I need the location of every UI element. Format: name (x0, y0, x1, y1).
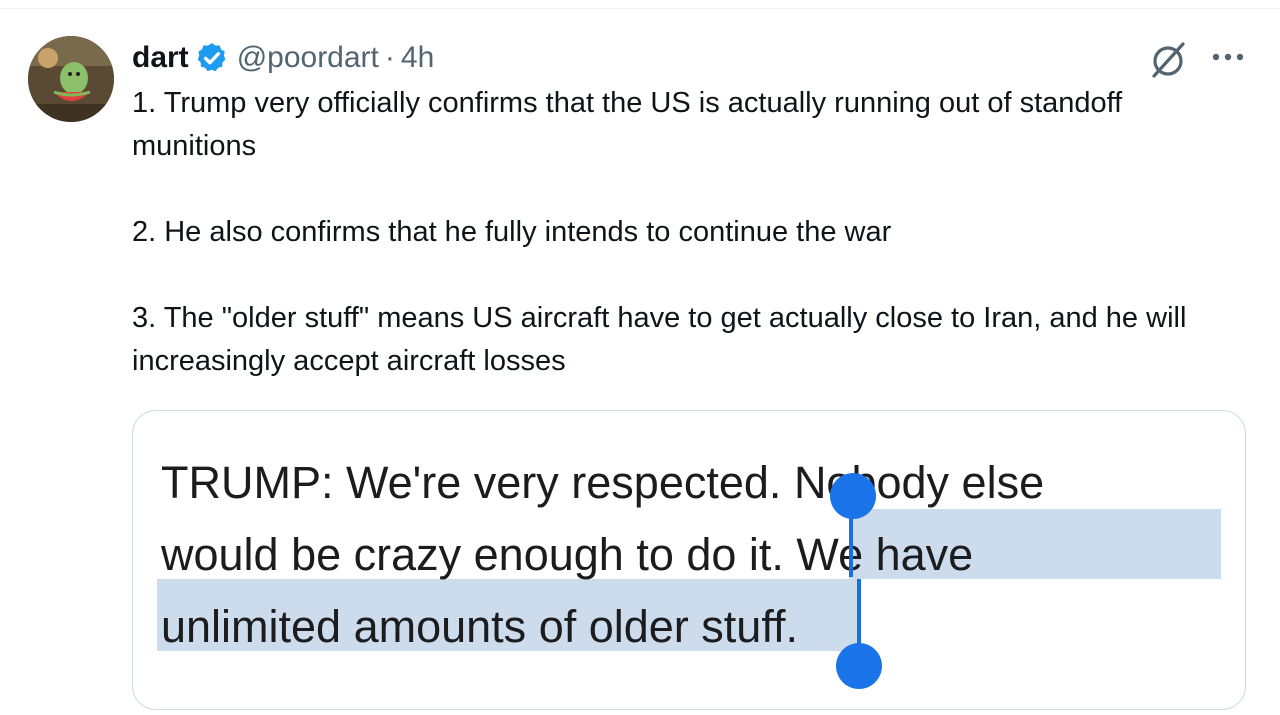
quote-line-1: TRUMP: We're very respected. Nobody else (161, 447, 1221, 519)
screenshot-quote-text: TRUMP: We're very respected. Nobody else… (161, 447, 1221, 663)
avatar[interactable] (28, 36, 114, 122)
more-icon[interactable] (1206, 40, 1250, 74)
quote-line-2-a: would be crazy enough to do it. (161, 529, 797, 580)
separator-dot: · (384, 41, 395, 74)
quote-line-3-a: unlimited amounts of older stuff. (161, 601, 799, 652)
quote-line-2: would be crazy enough to do it. We have (161, 519, 1221, 591)
post-text: 1. Trump very officially confirms that t… (132, 82, 1252, 383)
verified-badge-icon (195, 41, 229, 75)
selection-end-handle[interactable] (836, 643, 882, 689)
selection-start-handle[interactable] (830, 473, 876, 519)
post-time[interactable]: 4h (401, 41, 434, 75)
grok-icon[interactable] (1148, 40, 1188, 80)
top-divider (0, 8, 1280, 9)
post-paragraph-3: 3. The "older stuff" means US aircraft h… (132, 302, 1187, 377)
media-card[interactable]: TRUMP: We're very respected. Nobody else… (132, 410, 1246, 710)
avatar-image (28, 36, 114, 122)
post-paragraph-1: 1. Trump very officially confirms that t… (132, 87, 1123, 162)
quote-line-2-b: We have (796, 529, 974, 580)
post-paragraph-2: 2. He also confirms that he fully intend… (132, 216, 892, 248)
author-handle[interactable]: @poordart (237, 41, 379, 75)
quote-line-1-a: TRUMP: We're very respected. (161, 457, 794, 508)
post-header: dart @poordart · 4h (132, 36, 434, 80)
author-name[interactable]: dart (132, 41, 189, 75)
quote-line-3: unlimited amounts of older stuff. (161, 591, 1221, 663)
